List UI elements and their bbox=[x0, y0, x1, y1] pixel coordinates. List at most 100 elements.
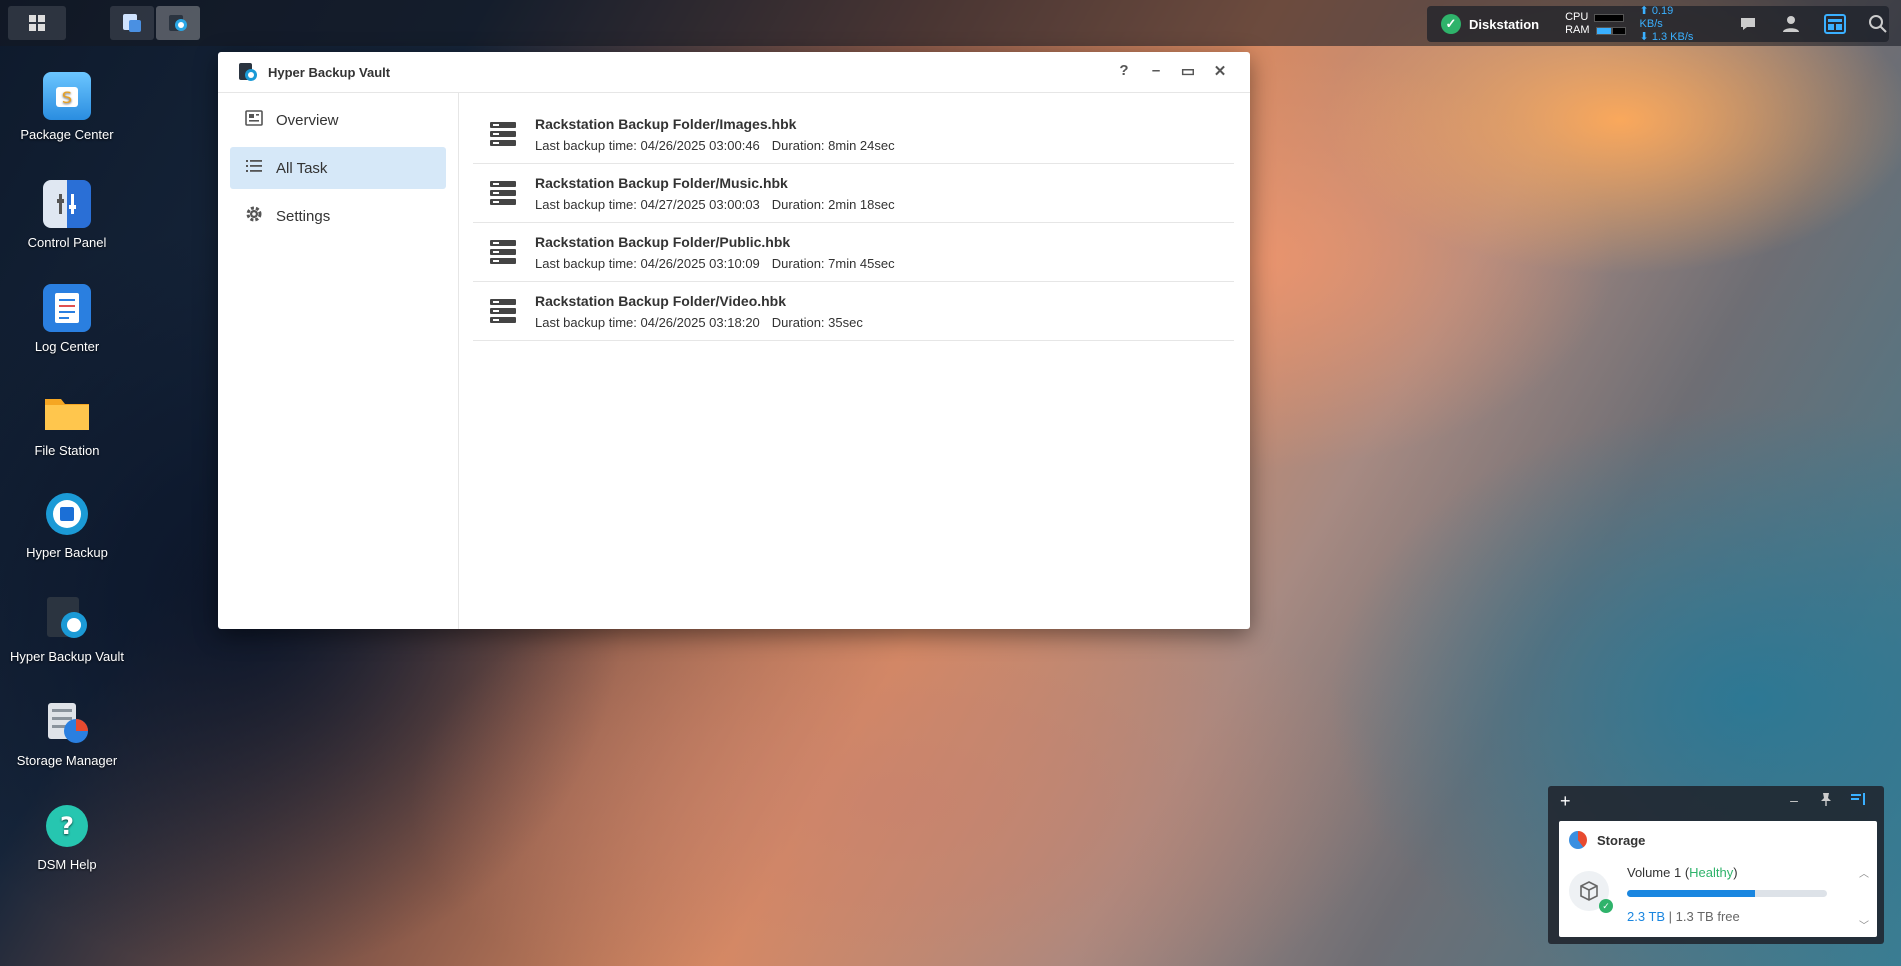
folder-icon bbox=[43, 388, 91, 436]
widgets-button[interactable] bbox=[1823, 13, 1846, 35]
task-name: Rackstation Backup Folder/Music.hbk bbox=[535, 174, 788, 191]
task-name: Rackstation Backup Folder/Images.hbk bbox=[535, 115, 797, 132]
download-arrow-icon: ⬇ bbox=[1639, 30, 1649, 43]
storage-manager-icon bbox=[43, 698, 91, 746]
widget-header: + – bbox=[1548, 786, 1884, 816]
notifications-button[interactable] bbox=[1737, 13, 1758, 35]
system-tray: ✓ Diskstation CPU RAM ⬆ 0.19 KB/s ⬇ 1.3 … bbox=[1427, 5, 1889, 44]
main-menu-button[interactable] bbox=[8, 6, 66, 40]
sidebar-item-all-task[interactable]: All Task bbox=[230, 147, 446, 189]
storage-widget-body: Storage ︿ ✓ Volume 1 (Healthy) 2.3 TB | … bbox=[1559, 821, 1877, 937]
hyper-backup-icon bbox=[43, 490, 91, 538]
task-last-backup: Last backup time: 04/27/2025 03:00:03 bbox=[535, 196, 760, 212]
healthy-check-icon: ✓ bbox=[1441, 14, 1461, 34]
main-menu-icon bbox=[29, 15, 45, 31]
help-button[interactable]: ? bbox=[1108, 62, 1140, 80]
widget-pin-button[interactable] bbox=[1810, 792, 1842, 809]
minimize-button[interactable]: – bbox=[1140, 62, 1172, 80]
chevron-up-icon[interactable]: ︿ bbox=[1859, 865, 1869, 880]
widget-collapse-button[interactable] bbox=[1842, 792, 1874, 809]
volume-used: 2.3 TB bbox=[1627, 909, 1666, 924]
desktop-icon-label: Log Center bbox=[34, 339, 100, 354]
taskbar: ✓ Diskstation CPU RAM ⬆ 0.19 KB/s ⬇ 1.3 … bbox=[0, 0, 1901, 46]
taskbar-app-hyper-backup-vault[interactable] bbox=[156, 6, 200, 40]
sidebar-item-label: All Task bbox=[276, 159, 328, 177]
sidebar-item-settings[interactable]: Settings bbox=[230, 195, 446, 237]
gear-icon bbox=[244, 205, 264, 227]
download-speed: 1.3 KB/s bbox=[1651, 30, 1694, 43]
sidebar-item-overview[interactable]: Overview bbox=[230, 99, 446, 141]
svg-text:S: S bbox=[62, 88, 72, 107]
search-button[interactable] bbox=[1868, 13, 1889, 35]
resource-meter[interactable]: CPU RAM bbox=[1565, 11, 1626, 37]
chevron-down-icon[interactable]: ﹀ bbox=[1859, 917, 1869, 932]
desktop-icon-label: Hyper Backup Vault bbox=[10, 649, 124, 664]
desktop-icon-dsm-help[interactable]: ? DSM Help bbox=[0, 802, 134, 873]
control-panel-app-icon bbox=[123, 14, 141, 32]
taskbar-app-control-panel[interactable] bbox=[110, 6, 154, 40]
collapse-panel-icon bbox=[1851, 793, 1865, 805]
hyper-backup-vault-app-icon bbox=[239, 63, 257, 81]
storage-widget: + – Storage ︿ ✓ Volume 1 (Healthy) 2.3 T… bbox=[1548, 786, 1884, 944]
desktop-icon-label: Control Panel bbox=[27, 235, 107, 250]
desktop-icon-label: Package Center bbox=[20, 127, 114, 142]
hyper-backup-vault-running-icon bbox=[169, 15, 187, 31]
ram-bar bbox=[1595, 26, 1612, 35]
task-row[interactable]: Rackstation Backup Folder/Public.hbk Las… bbox=[473, 223, 1234, 282]
task-duration: Duration: 2min 18sec bbox=[771, 196, 895, 212]
desktop-icon-label: Hyper Backup bbox=[26, 545, 108, 560]
desktop-icon-hyper-backup-vault[interactable]: Hyper Backup Vault bbox=[0, 594, 134, 665]
svg-text:?: ? bbox=[60, 812, 74, 840]
sidebar-item-label: Overview bbox=[276, 111, 339, 129]
volume-status: Healthy bbox=[1689, 865, 1734, 880]
close-button[interactable]: ✕ bbox=[1204, 62, 1236, 80]
task-name: Rackstation Backup Folder/Public.hbk bbox=[535, 233, 791, 250]
desktop-icon-hyper-backup[interactable]: Hyper Backup bbox=[0, 490, 134, 561]
task-last-backup: Last backup time: 04/26/2025 03:18:20 bbox=[535, 314, 760, 330]
package-center-icon: S bbox=[43, 72, 91, 120]
hyper-backup-vault-icon bbox=[43, 594, 91, 642]
desktop-icon-label: DSM Help bbox=[37, 857, 97, 872]
desktop-icon-package-center[interactable]: S Package Center bbox=[0, 72, 134, 143]
server-icon bbox=[490, 240, 516, 264]
list-icon bbox=[244, 158, 264, 178]
task-row[interactable]: Rackstation Backup Folder/Video.hbk Last… bbox=[473, 282, 1234, 341]
maximize-button[interactable]: ▭ bbox=[1172, 62, 1204, 80]
upload-arrow-icon: ⬆ bbox=[1639, 4, 1649, 17]
user-button[interactable] bbox=[1781, 13, 1802, 35]
desktop-icon-storage-manager[interactable]: Storage Manager bbox=[0, 698, 134, 769]
window-title: Hyper Backup Vault bbox=[268, 64, 391, 80]
task-row[interactable]: Rackstation Backup Folder/Images.hbk Las… bbox=[473, 105, 1234, 164]
user-icon bbox=[1783, 16, 1800, 32]
task-duration: Duration: 7min 45sec bbox=[771, 255, 895, 271]
server-status[interactable]: ✓ Diskstation bbox=[1441, 14, 1539, 34]
desktop-icon-log-center[interactable]: Log Center bbox=[0, 284, 134, 355]
task-duration: Duration: 8min 24sec bbox=[771, 137, 895, 153]
server-name: Diskstation bbox=[1469, 16, 1540, 32]
control-panel-icon bbox=[43, 180, 91, 228]
volume-cube-icon: ✓ bbox=[1569, 871, 1613, 913]
add-widget-button[interactable]: + bbox=[1560, 791, 1571, 812]
task-last-backup: Last backup time: 04/26/2025 03:00:46 bbox=[535, 137, 760, 153]
desktop-icon-label: Storage Manager bbox=[16, 753, 118, 768]
hyper-backup-vault-window: Hyper Backup Vault ? – ▭ ✕ Overview All … bbox=[218, 52, 1250, 629]
window-titlebar[interactable]: Hyper Backup Vault ? – ▭ ✕ bbox=[218, 52, 1250, 93]
desktop-icon-file-station[interactable]: File Station bbox=[0, 388, 134, 459]
window-sidebar: Overview All Task Settings bbox=[218, 93, 459, 629]
chat-bubble-icon bbox=[1740, 18, 1755, 30]
healthy-check-icon: ✓ bbox=[1599, 899, 1613, 913]
volume-free: 1.3 TB free bbox=[1675, 909, 1740, 924]
log-center-icon bbox=[43, 284, 91, 332]
volume-usage-fill bbox=[1627, 890, 1755, 897]
task-duration: Duration: 35sec bbox=[771, 314, 863, 330]
task-row[interactable]: Rackstation Backup Folder/Music.hbk Last… bbox=[473, 164, 1234, 223]
network-speed: ⬆ 0.19 KB/s ⬇ 1.3 KB/s bbox=[1640, 5, 1698, 44]
cpu-bar bbox=[1594, 13, 1625, 22]
server-icon bbox=[490, 299, 516, 323]
widget-minimize-button[interactable]: – bbox=[1778, 792, 1810, 809]
server-icon bbox=[490, 122, 516, 146]
server-icon bbox=[490, 181, 516, 205]
ram-bar-free bbox=[1611, 26, 1626, 35]
task-name: Rackstation Backup Folder/Video.hbk bbox=[535, 292, 787, 309]
desktop-icon-control-panel[interactable]: Control Panel bbox=[0, 180, 134, 251]
